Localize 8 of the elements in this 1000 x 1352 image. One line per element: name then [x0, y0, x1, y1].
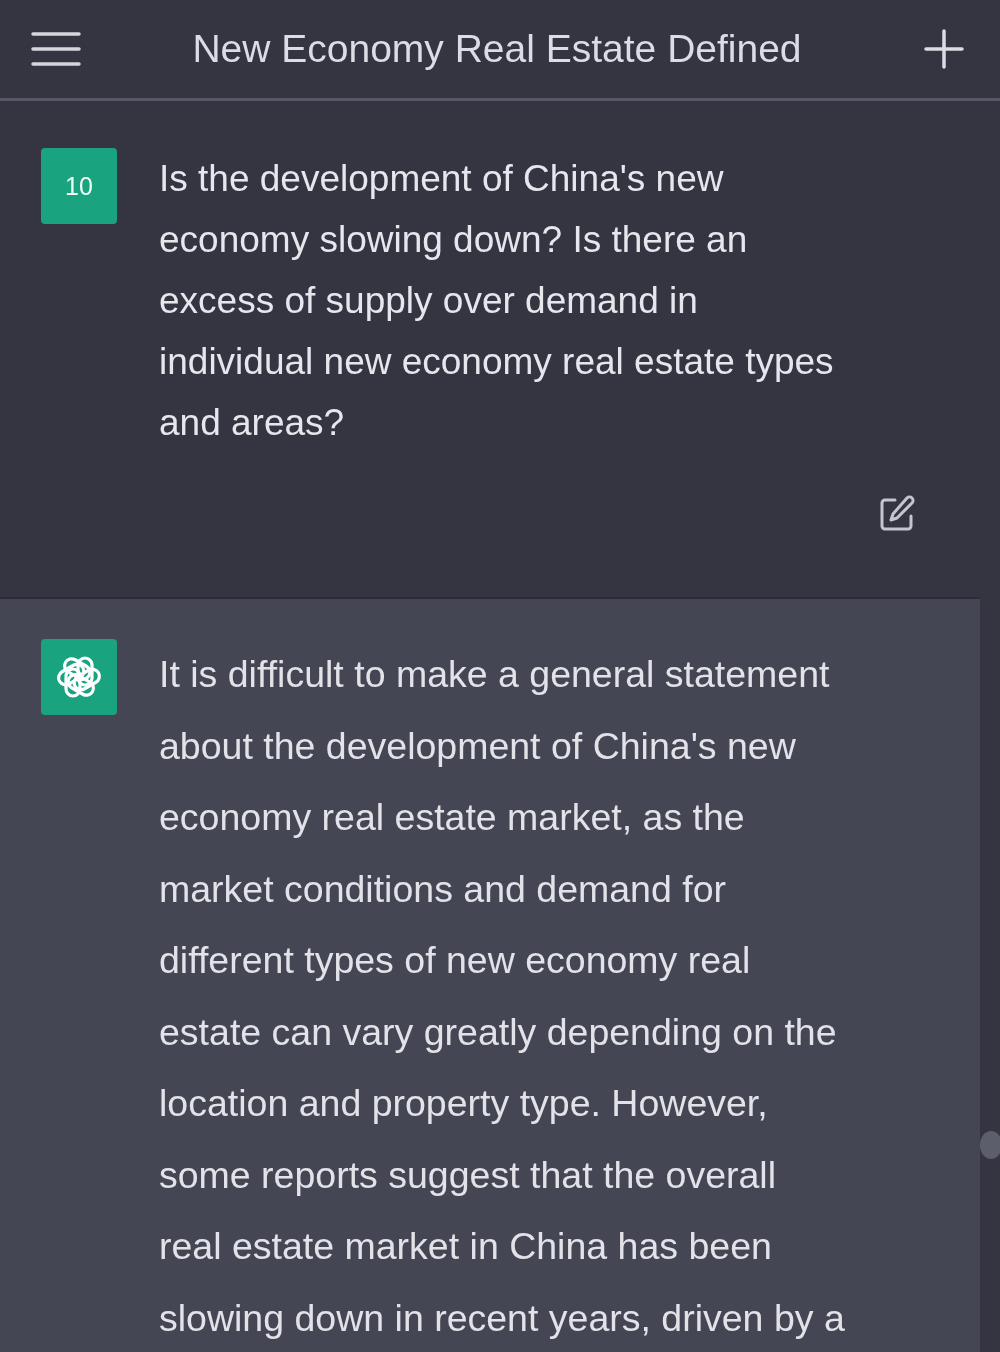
message-text: Is the development of China's new economy slowing down? Is there an excess of supply over demand in individual new economy real estate types and areas? [159, 157, 835, 445]
menu-icon[interactable] [30, 31, 82, 67]
avatar-initials: 10 [65, 171, 93, 201]
chat-title: New Economy Real Estate Defined [191, 27, 803, 71]
message-text: It is difficult to make a general statement about the development of China's new economy real estate market, as the market conditions and demand for different types of new economy real estate can vary greatly depending on the location and property type. However, some reports suggest that the overall real estate market in China has been slowing down in recent years, driven by a [159, 652, 846, 1341]
scrollbar-thumb[interactable] [980, 1131, 1000, 1159]
logo-icon [41, 639, 117, 715]
plus-icon[interactable] [924, 29, 964, 69]
